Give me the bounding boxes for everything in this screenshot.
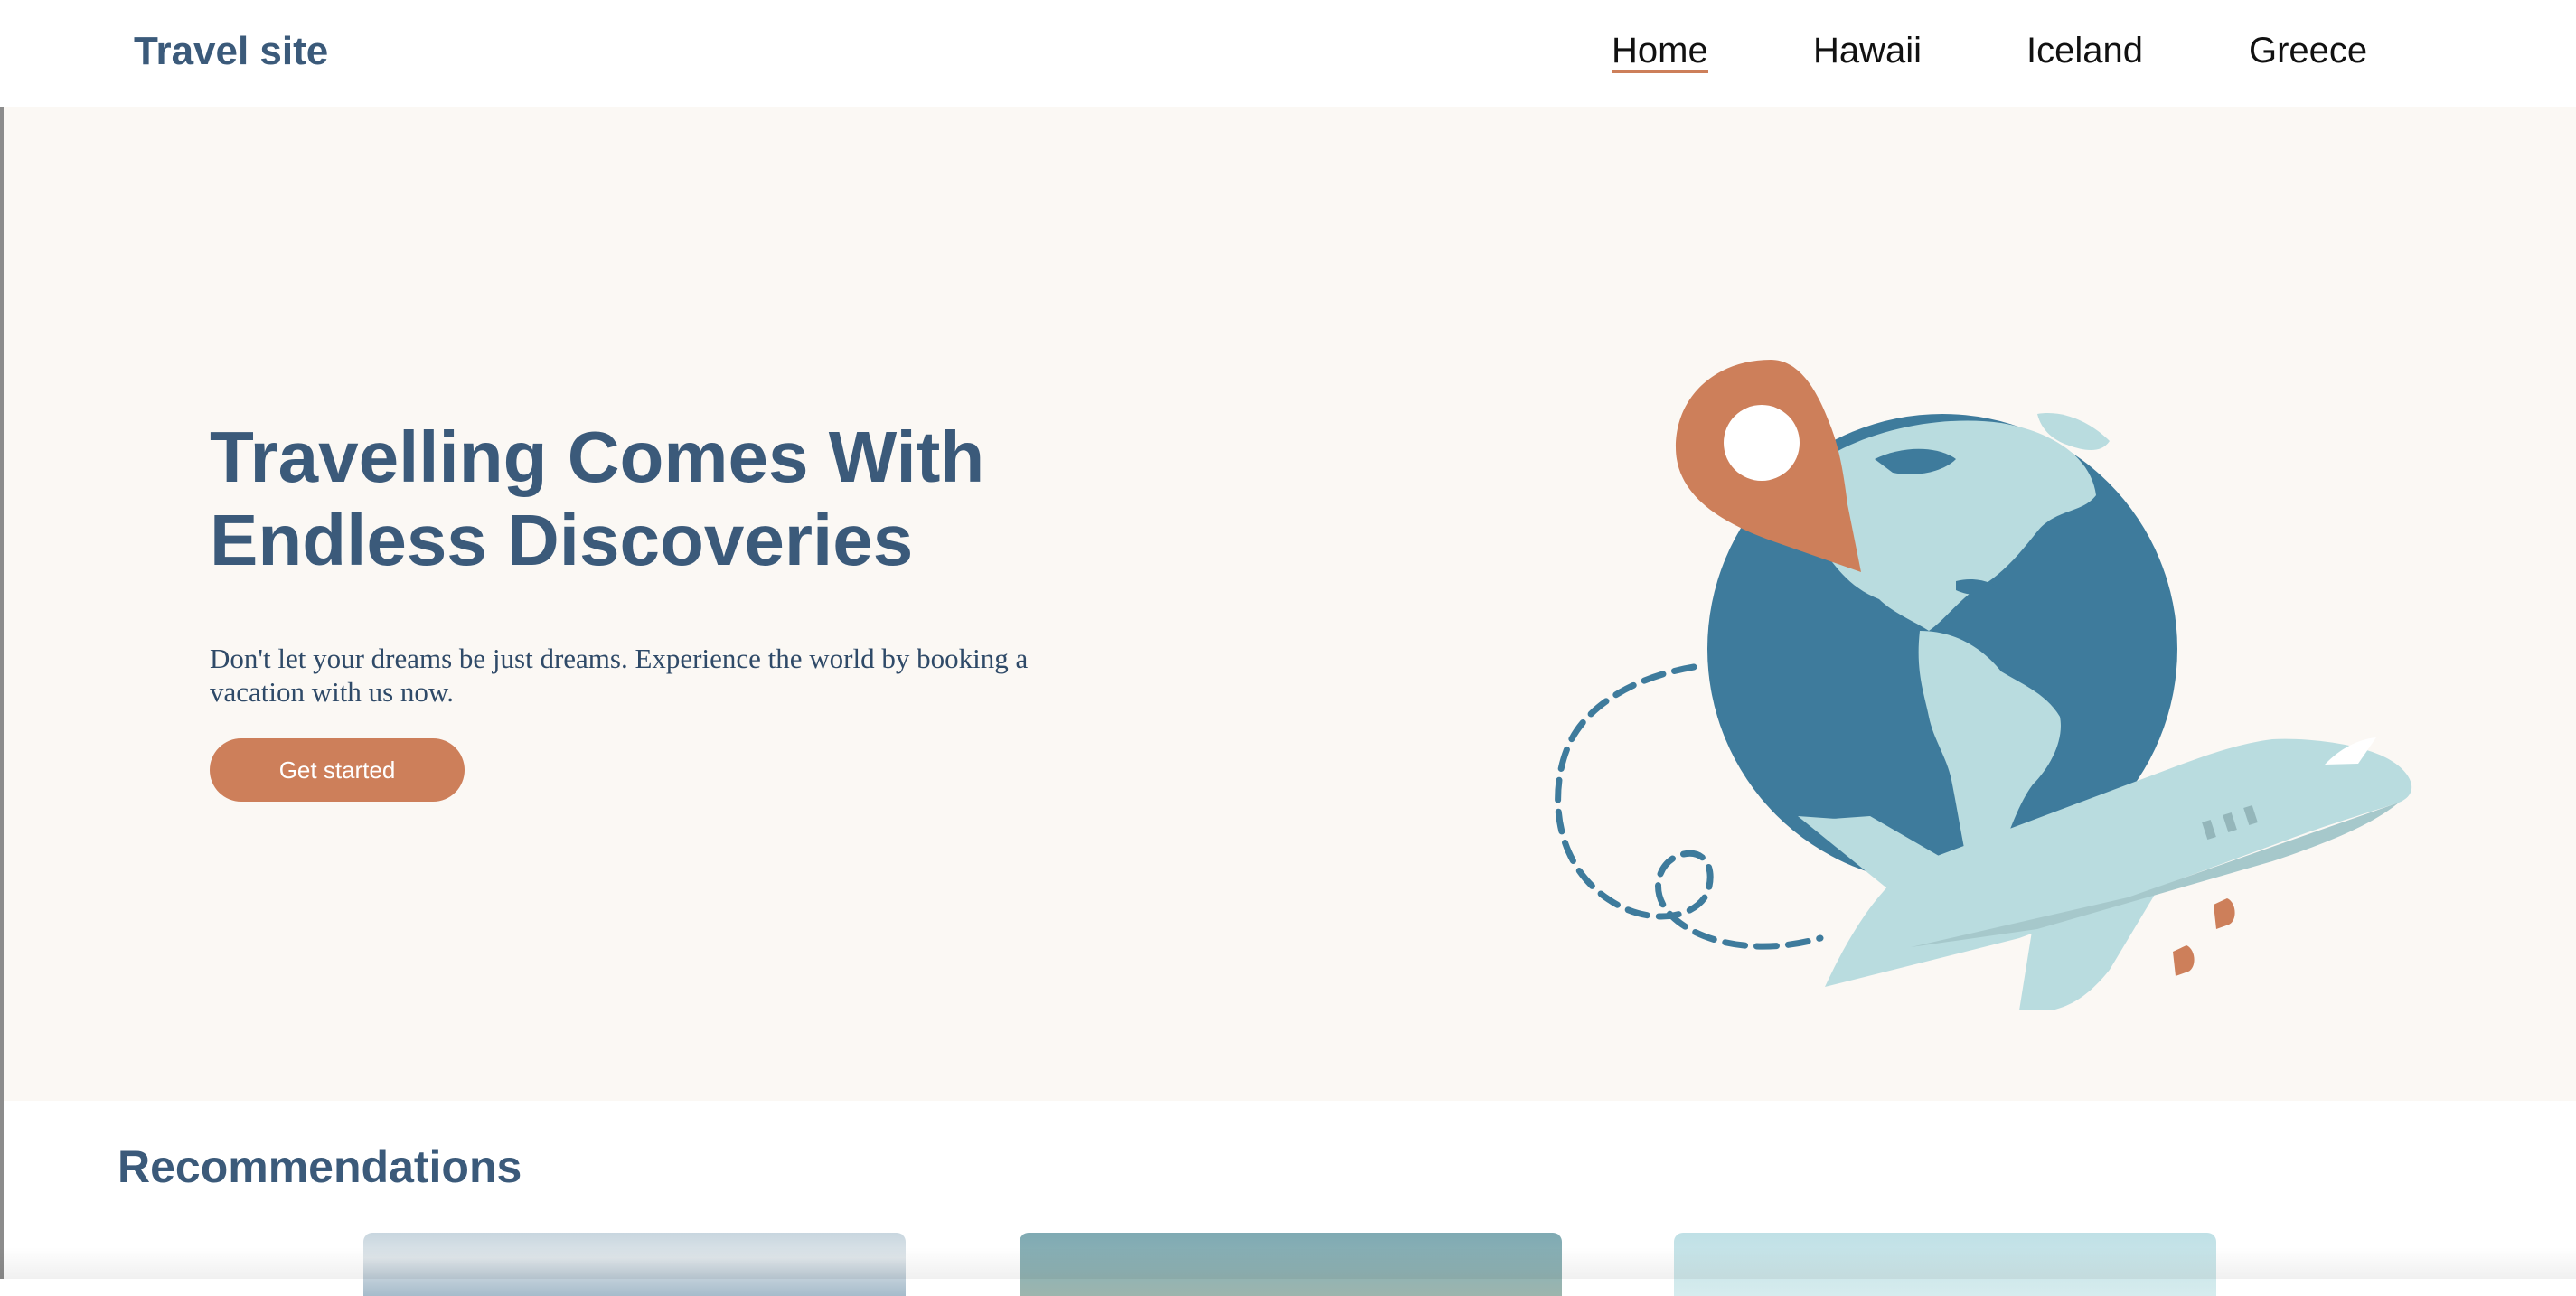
recommendation-card-image[interactable] xyxy=(1020,1233,1562,1296)
hero-section: Travelling Comes With Endless Discoverie… xyxy=(4,107,2576,1101)
hero-description: Don't let your dreams be just dreams. Ex… xyxy=(210,643,1029,708)
site-logo[interactable]: Travel site xyxy=(134,29,328,74)
recommendation-card-image[interactable] xyxy=(363,1233,906,1296)
nav-link-hawaii[interactable]: Hawaii xyxy=(1813,31,1922,71)
hero-title: Travelling Comes With Endless Discoverie… xyxy=(210,417,985,580)
globe-airplane-illustration xyxy=(1555,360,2412,1010)
nav-link-greece[interactable]: Greece xyxy=(2249,31,2367,71)
recommendation-card-image[interactable] xyxy=(1674,1233,2216,1296)
recommendations-heading: Recommendations xyxy=(118,1141,522,1192)
site-header: Travel site Home Hawaii Iceland Greece xyxy=(0,0,2576,107)
nav-link-iceland[interactable]: Iceland xyxy=(2026,31,2143,71)
get-started-button[interactable]: Get started xyxy=(210,738,465,802)
nav-link-home[interactable]: Home xyxy=(1612,31,1708,73)
